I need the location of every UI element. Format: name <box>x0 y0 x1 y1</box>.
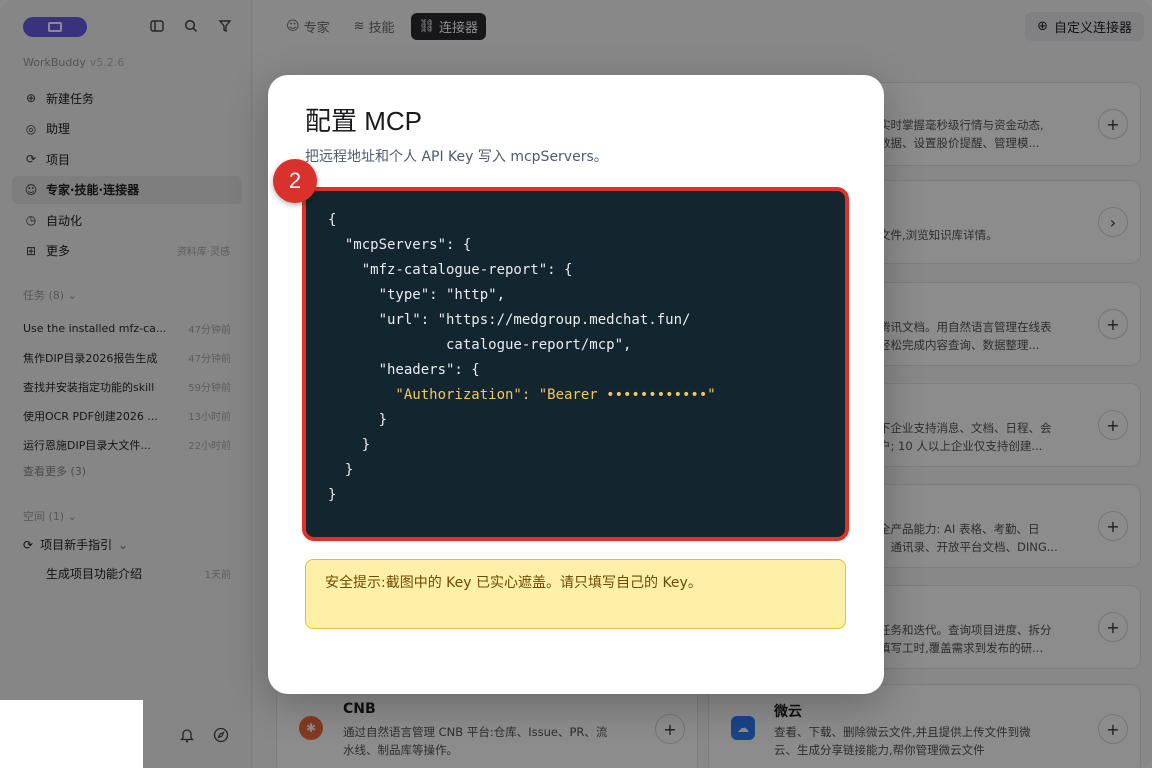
configure-mcp-dialog: 配置 MCP 把远程地址和个人 API Key 写入 mcpServers。 {… <box>268 75 884 694</box>
code-line: catalogue-report/mcp", <box>328 337 632 353</box>
code-line: } <box>328 487 337 503</box>
code-block-highlight: { "mcpServers": { "mfz-catalogue-report"… <box>302 187 849 541</box>
code-line: } <box>328 437 371 453</box>
mcp-config-code[interactable]: { "mcpServers": { "mfz-catalogue-report"… <box>328 208 716 508</box>
blank-region <box>0 700 143 768</box>
code-line: "headers": { <box>328 362 480 378</box>
code-line: "url": "https://medgroup.medchat.fun/ <box>328 312 691 328</box>
security-notice: 安全提示:截图中的 Key 已实心遮盖。请只填写自己的 Key。 <box>305 559 846 629</box>
code-line: } <box>328 462 354 478</box>
code-line: "type": "http", <box>328 287 506 303</box>
code-line: "mcpServers": { <box>328 237 472 253</box>
dialog-subtitle: 把远程地址和个人 API Key 写入 mcpServers。 <box>305 149 608 165</box>
code-line-authorization: "Authorization": "Bearer ••••••••••••" <box>328 387 716 403</box>
code-line: } <box>328 412 388 428</box>
dialog-title: 配置 MCP <box>305 106 423 136</box>
code-line: "mfz-catalogue-report": { <box>328 262 573 278</box>
step-badge: 2 <box>273 159 317 203</box>
code-line: { <box>328 212 337 228</box>
